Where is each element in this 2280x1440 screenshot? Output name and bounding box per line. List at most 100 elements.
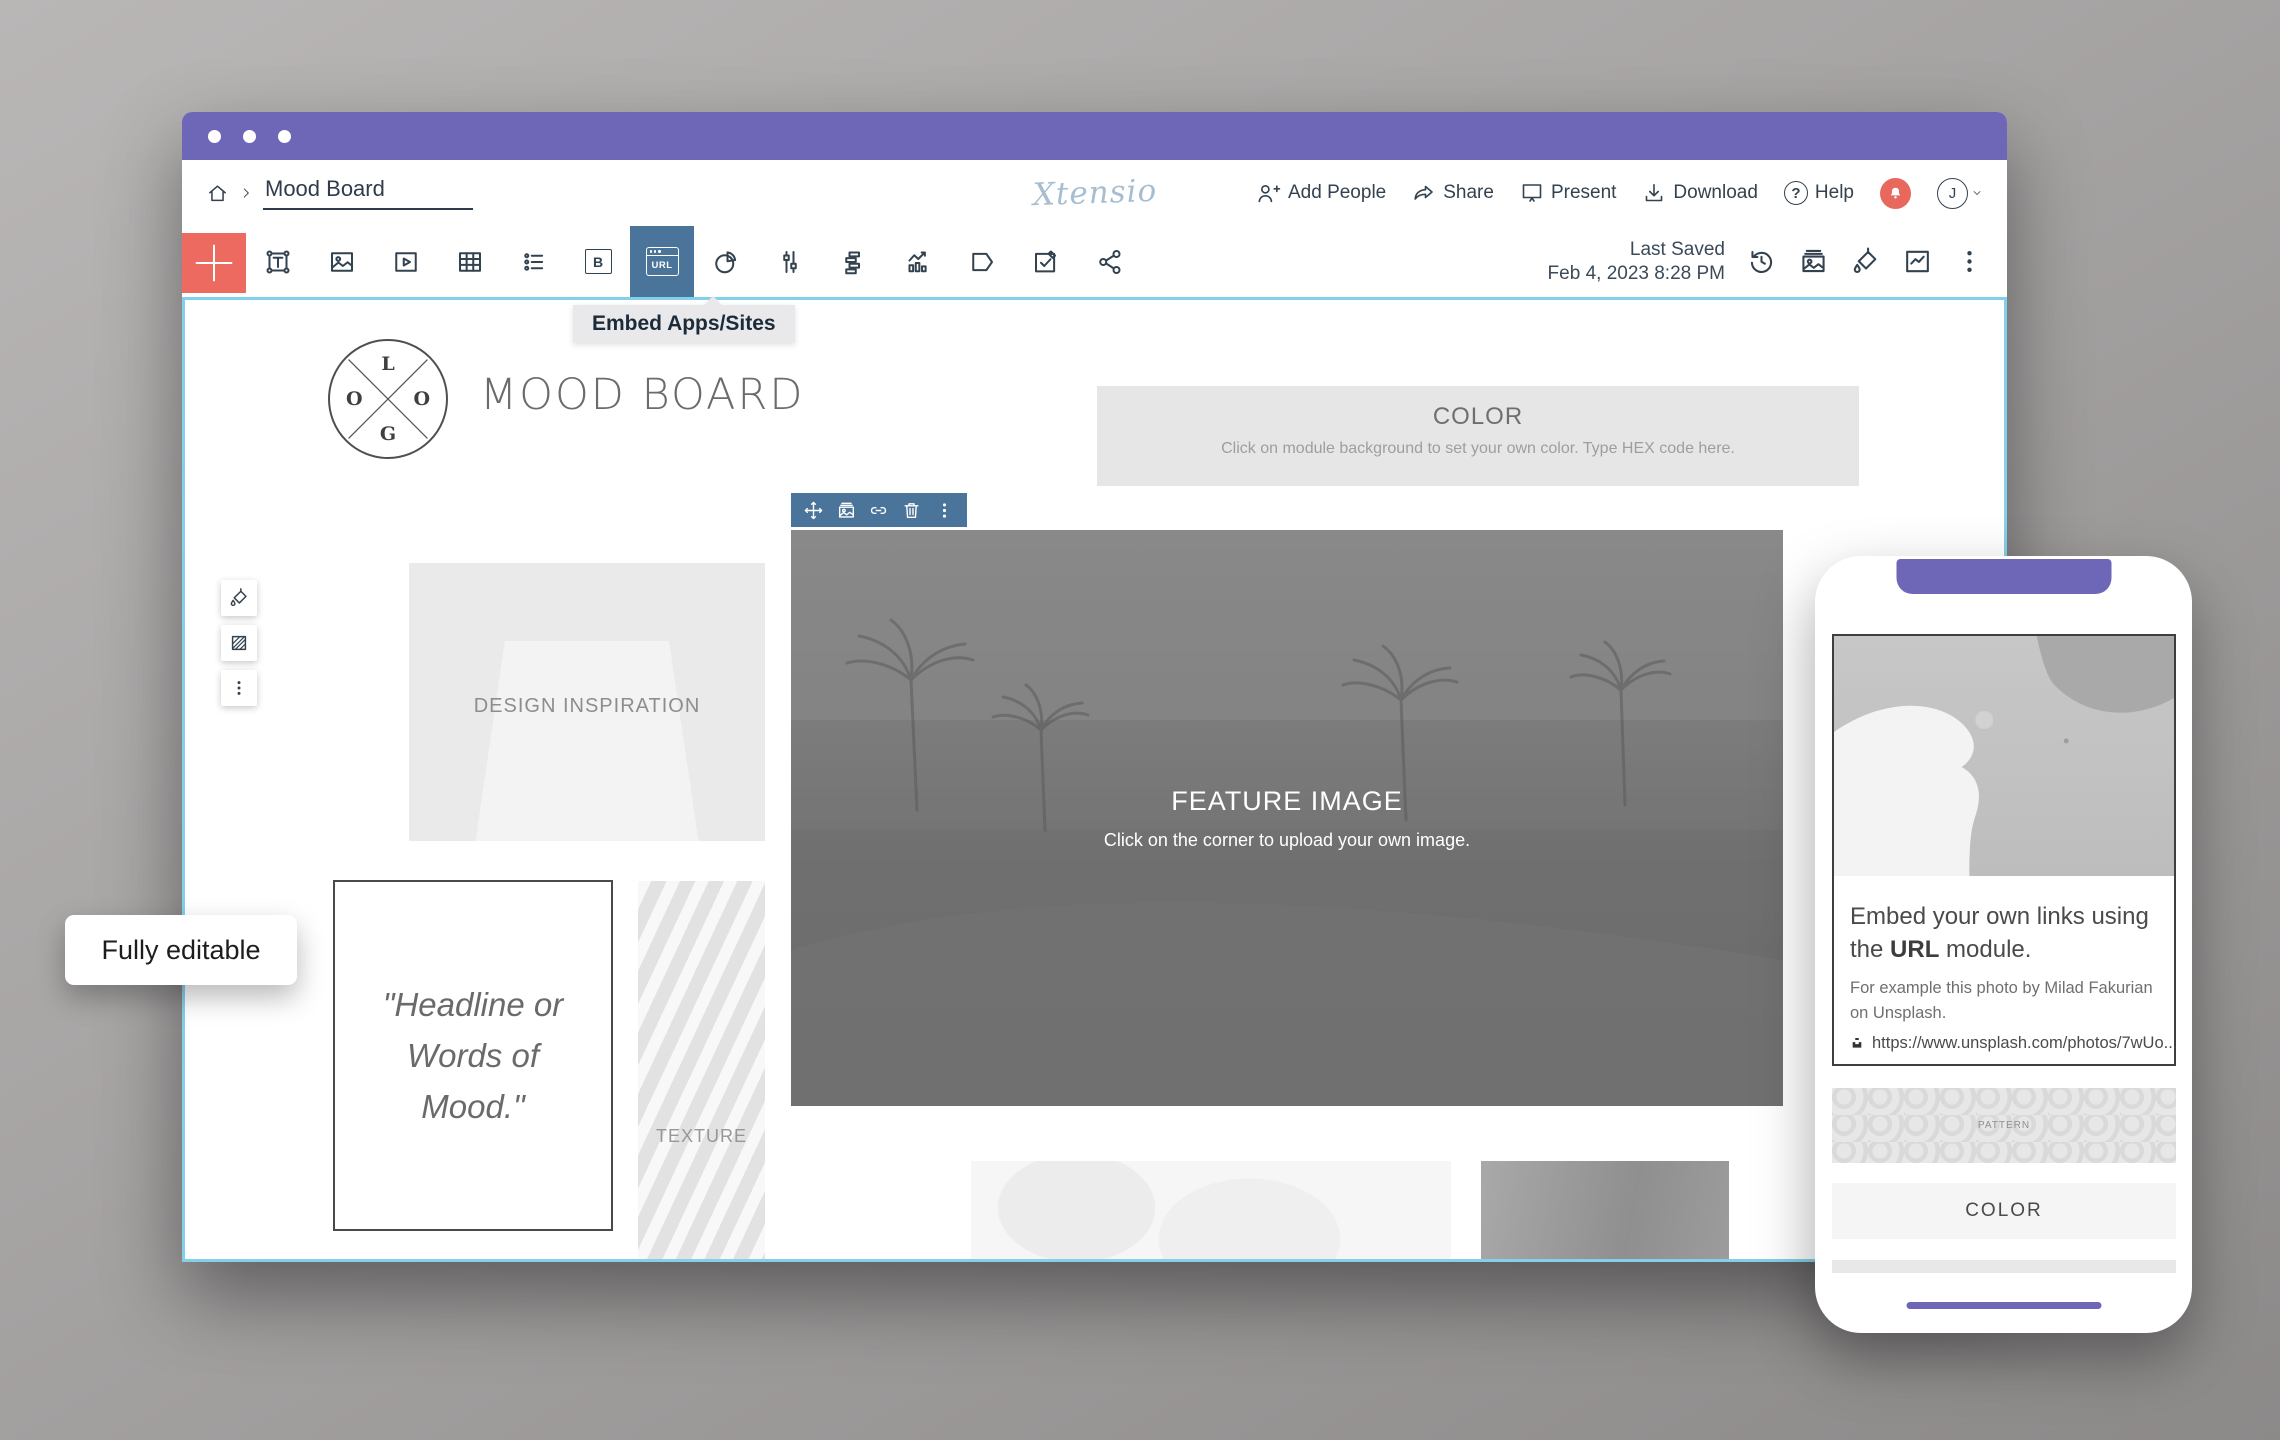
more-options-icon[interactable] [934, 500, 955, 521]
window-control-dot[interactable] [208, 130, 221, 143]
replace-image-icon[interactable] [836, 500, 857, 521]
share-module-button[interactable] [1078, 226, 1142, 297]
move-handle-icon[interactable] [803, 500, 824, 521]
embed-text: Embed your own links using the URL modul… [1850, 900, 2158, 966]
breadcrumb-chevron-icon [239, 186, 253, 200]
logo-letter: L [381, 353, 394, 375]
avatar: J [1937, 178, 1968, 209]
present-button[interactable]: Present [1520, 181, 1616, 205]
color-module[interactable]: COLOR Click on module background to set … [1097, 386, 1859, 486]
style-fill-button[interactable] [1850, 246, 1881, 277]
account-menu[interactable]: J [1937, 178, 1983, 209]
shape-module-button[interactable] [950, 226, 1014, 297]
design-inspiration-module[interactable]: DESIGN INSPIRATION [409, 563, 765, 841]
chevron-down-icon [1971, 187, 1983, 199]
phone-color-module: COLOR [1832, 1183, 2176, 1239]
design-inspiration-label: DESIGN INSPIRATION [409, 695, 765, 718]
headline-module[interactable]: "Headline or Words of Mood." [333, 880, 613, 1231]
person-plus-icon [1256, 181, 1281, 206]
sliders-module-button[interactable] [758, 226, 822, 297]
button-module-icon: B [585, 249, 612, 274]
bell-icon [1887, 185, 1904, 202]
help-button[interactable]: ? Help [1784, 181, 1854, 205]
image-module-icon [327, 247, 357, 277]
bars-module-button[interactable] [822, 226, 886, 297]
link-icon[interactable] [868, 500, 889, 521]
breadcrumb-title-input[interactable]: Mood Board [263, 176, 473, 210]
module-toolbar: B URL [182, 226, 2007, 297]
phone-home-indicator [1906, 1302, 2101, 1309]
plus-icon [192, 241, 236, 285]
table-module-button[interactable] [438, 226, 502, 297]
list-module-button[interactable] [502, 226, 566, 297]
headline-line: "Headline or [383, 979, 564, 1030]
share-button[interactable]: Share [1412, 181, 1494, 205]
pattern-label: PATTERN [1978, 1120, 2030, 1131]
stats-module-button[interactable] [886, 226, 950, 297]
notifications-button[interactable] [1880, 178, 1911, 209]
share-arrow-icon [1412, 181, 1436, 205]
feature-image-subtitle: Click on the corner to upload your own i… [1104, 830, 1470, 851]
embed-apps-tooltip: Embed Apps/Sites [573, 305, 795, 343]
sliders-icon [775, 247, 805, 277]
add-module-button[interactable] [182, 233, 246, 293]
media-library-button[interactable] [1798, 246, 1829, 277]
download-button[interactable]: Download [1642, 181, 1758, 205]
share-label: Share [1443, 182, 1494, 204]
pie-chart-icon [711, 247, 741, 277]
text-module-icon [263, 247, 293, 277]
headline-line: Words of [407, 1030, 539, 1081]
help-label: Help [1815, 182, 1854, 204]
embed-link-row: https://www.unsplash.com/photos/7wUo... [1850, 1034, 2158, 1053]
page-title[interactable]: MOOD BOARD [480, 370, 804, 420]
pattern-button[interactable] [221, 625, 257, 661]
app-header: Mood Board Xtensio Add People Share Pr [182, 160, 2007, 226]
document-canvas: L O O G MOOD BOARD COLOR Click on module… [182, 297, 2007, 1262]
logo-letter: O [413, 388, 430, 410]
add-people-label: Add People [1288, 182, 1386, 204]
petals-image-module[interactable] [971, 1161, 1451, 1262]
phone-notch [1896, 559, 2111, 594]
analytics-button[interactable] [1902, 246, 1933, 277]
module-mini-toolbar [791, 493, 967, 527]
module-side-toolbar [221, 580, 257, 706]
version-history-button[interactable] [1746, 246, 1777, 277]
phone-partial-module [1832, 1260, 2176, 1273]
table-module-icon [455, 247, 485, 277]
logo-module[interactable]: L O O G [328, 339, 448, 459]
window-control-dot[interactable] [243, 130, 256, 143]
add-people-button[interactable]: Add People [1256, 181, 1386, 206]
color-module-title: COLOR [1097, 403, 1859, 431]
fabric-image-module[interactable] [1481, 1161, 1729, 1262]
image-module-button[interactable] [310, 226, 374, 297]
phone-pattern-module: PATTERN [1832, 1088, 2176, 1163]
window-titlebar [182, 112, 2007, 160]
last-saved-time: Feb 4, 2023 8:28 PM [1548, 262, 1725, 285]
unsplash-icon [1850, 1036, 1864, 1050]
pentagon-shape-icon [967, 247, 997, 277]
presentation-screen-icon [1520, 181, 1544, 205]
logo-letter: G [380, 423, 396, 445]
window-control-dot[interactable] [278, 130, 291, 143]
network-share-icon [1095, 247, 1125, 277]
stats-chart-icon [903, 247, 933, 277]
fill-color-button[interactable] [221, 580, 257, 616]
embed-example-text: For example this photo by Milad Fakurian… [1850, 976, 2158, 1026]
more-options-button[interactable] [221, 670, 257, 706]
question-mark-icon: ? [1784, 181, 1808, 205]
text-module-button[interactable] [246, 226, 310, 297]
trash-icon[interactable] [901, 500, 922, 521]
video-module-button[interactable] [374, 226, 438, 297]
phone-url-module: Embed your own links using the URL modul… [1832, 634, 2176, 1066]
texture-module[interactable]: TEXTURE [638, 881, 765, 1262]
url-module-button[interactable]: URL [630, 226, 694, 297]
home-icon[interactable] [206, 182, 229, 205]
feature-image-module[interactable]: FEATURE IMAGE Click on the corner to upl… [791, 530, 1783, 1106]
embedded-photo [1834, 636, 2174, 876]
url-module-icon: URL [646, 247, 679, 276]
download-label: Download [1673, 182, 1758, 204]
more-options-button[interactable] [1954, 246, 1985, 277]
form-module-button[interactable] [1014, 226, 1078, 297]
chart-pie-module-button[interactable] [694, 226, 758, 297]
button-module-button[interactable]: B [566, 226, 630, 297]
